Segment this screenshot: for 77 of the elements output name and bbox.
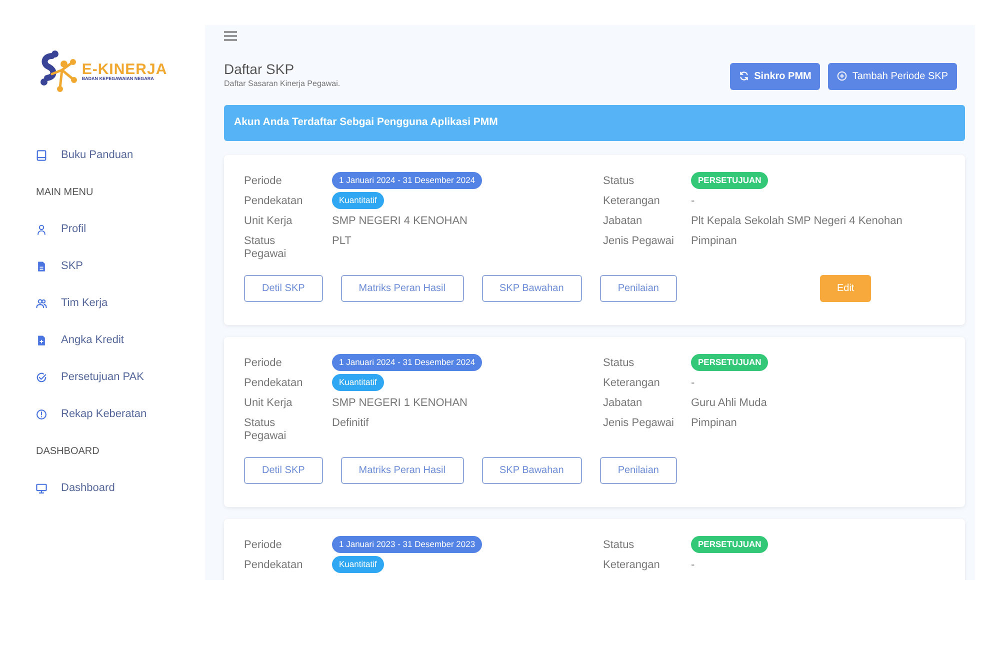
period-badge: 1 Januari 2024 - 31 Desember 2024	[332, 354, 482, 371]
status-badge: PERSETUJUAN	[691, 172, 768, 189]
info-alert: Akun Anda Terdaftar Sebgai Pengguna Aplikasi PMM	[224, 104, 965, 141]
field-label: Status Pegawai	[244, 234, 288, 261]
field-value: Pimpinan	[691, 234, 737, 248]
action-button[interactable]: Matriks Peran Hasil	[340, 274, 464, 302]
logo-title: E-KINERJA	[82, 62, 168, 78]
field-label: Keterangan	[603, 194, 661, 208]
action-button[interactable]: SKP Bawahan	[482, 456, 582, 484]
field-value: -	[691, 558, 695, 572]
field-label: Keterangan	[603, 558, 661, 572]
field-label: Keterangan	[603, 376, 661, 390]
book-icon	[36, 150, 47, 161]
menu-heading: DASHBOARD	[35, 445, 100, 459]
field-label: Jenis Pegawai	[603, 416, 675, 430]
document-icon	[36, 261, 47, 272]
field-value: SMP NEGERI 4 KENOHAN	[332, 214, 468, 228]
sidebar-item[interactable]: Profil	[0, 211, 205, 248]
action-button[interactable]: SKP Bawahan	[482, 274, 582, 302]
alert-circle-icon	[36, 409, 47, 420]
field-value: SMP NEGERI 1 KENOHAN	[332, 396, 468, 410]
status-badge: PERSETUJUAN	[691, 536, 768, 553]
field-label: Pendekatan	[244, 558, 304, 572]
field-value: -	[691, 194, 695, 208]
field-label: Periode	[244, 174, 283, 188]
field-label: Jabatan	[603, 214, 644, 228]
sidebar-item[interactable]: Buku Panduan	[0, 137, 205, 174]
field-value: Guru Ahli Muda	[691, 396, 767, 410]
refresh-icon	[739, 71, 750, 82]
sidebar-item[interactable]: SKP	[0, 248, 205, 285]
approach-badge: Kuantitatif	[332, 374, 384, 391]
sync-button[interactable]: Sinkro PMM	[730, 62, 820, 90]
field-value: Plt Kepala Sekolah SMP Negeri 4 Kenohan	[691, 214, 902, 228]
sidebar-item[interactable]: Persetujuan PAK	[0, 359, 205, 396]
field-label: Unit Kerja	[244, 396, 294, 410]
field-label: Status	[603, 538, 636, 552]
field-label: Pendekatan	[244, 194, 304, 208]
page-subtitle: Daftar Sasaran Kinerja Pegawai.	[224, 78, 340, 90]
action-button[interactable]: Detil SKP	[244, 274, 323, 302]
field-label: Status	[603, 174, 636, 188]
users-icon	[36, 298, 47, 309]
edit-button[interactable]: Edit	[820, 274, 872, 302]
field-label: Status Pegawai	[244, 416, 288, 443]
period-badge: 1 Januari 2024 - 31 Desember 2024	[332, 172, 482, 189]
field-label: Unit Kerja	[244, 214, 294, 228]
plus-circle-icon	[837, 71, 848, 82]
add-period-button[interactable]: Tambah Periode SKP	[828, 62, 957, 90]
check-circle-icon	[36, 372, 47, 383]
field-value: -	[691, 376, 695, 390]
field-label: Status	[603, 356, 636, 370]
menu-icon[interactable]	[224, 31, 237, 41]
field-label: Periode	[244, 356, 283, 370]
period-badge: 1 Januari 2023 - 31 Desember 2023	[332, 536, 482, 553]
file-plus-icon	[36, 335, 47, 346]
field-value: PLT	[332, 234, 352, 248]
approach-badge: Kuantitatif	[332, 556, 384, 573]
sidebar-item[interactable]: Tim Kerja	[0, 285, 205, 322]
action-button[interactable]: Penilaian	[600, 456, 677, 484]
status-badge: PERSETUJUAN	[691, 354, 768, 371]
sidebar-item[interactable]: Angka Kredit	[0, 322, 205, 359]
field-label: Jabatan	[603, 396, 644, 410]
action-button[interactable]: Matriks Peran Hasil	[340, 456, 464, 484]
approach-badge: Kuantitatif	[332, 192, 384, 209]
sidebar-item[interactable]: Rekap Keberatan	[0, 396, 205, 433]
user-icon	[36, 224, 47, 235]
action-button[interactable]: Penilaian	[600, 274, 677, 302]
logo-icon	[38, 50, 78, 94]
action-button[interactable]: Detil SKP	[244, 456, 323, 484]
field-label: Periode	[244, 538, 283, 552]
field-label: Pendekatan	[244, 376, 304, 390]
sidebar-item[interactable]: Dashboard	[0, 470, 205, 507]
menu-heading: MAIN MENU	[35, 186, 94, 200]
field-label: Jenis Pegawai	[603, 234, 675, 248]
page-title: Daftar SKP	[224, 61, 296, 78]
monitor-icon	[36, 483, 47, 494]
field-value: Definitif	[332, 416, 369, 430]
field-value: Pimpinan	[691, 416, 737, 430]
